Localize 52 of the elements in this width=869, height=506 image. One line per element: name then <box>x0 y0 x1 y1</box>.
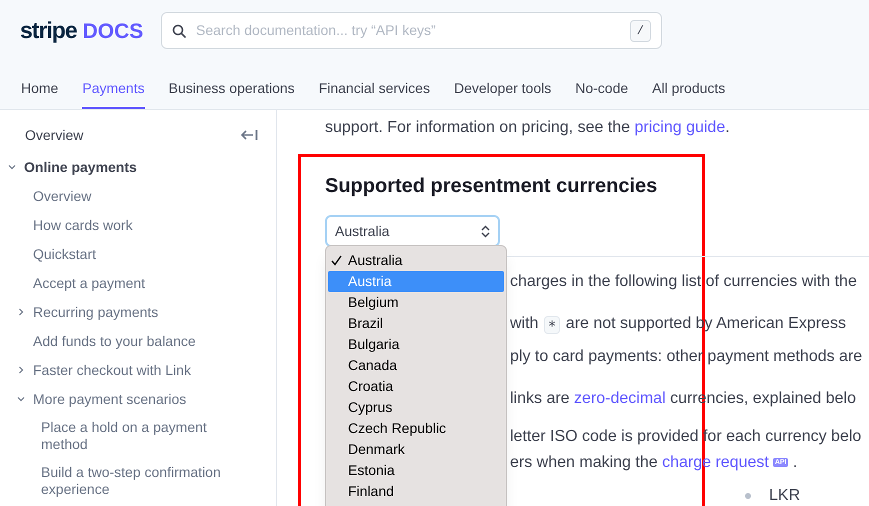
sidebar-item[interactable]: Accept a payment <box>33 274 146 292</box>
sidebar-item[interactable]: Recurring payments <box>33 303 158 321</box>
inline-code: ∗ <box>544 316 560 334</box>
up-down-icon <box>481 224 490 238</box>
search-field[interactable]: Search documentation... try “API keys” <box>196 20 620 42</box>
sidebar-item[interactable]: How cards work <box>33 216 133 234</box>
search-box[interactable]: Search documentation... try “API keys” / <box>161 12 662 50</box>
sidebar-item[interactable]: More payment scenarios <box>33 390 186 408</box>
nav-tab[interactable]: Business operations <box>168 78 295 109</box>
intro-text: support. For information on pricing, see the pricing guide. <box>325 118 731 138</box>
sidebar-item[interactable]: Build a two-step confirmation experience <box>41 464 251 498</box>
nav-tab[interactable]: Financial services <box>318 78 430 109</box>
shortcut-key: / <box>630 20 651 42</box>
sidebar-item[interactable]: Faster checkout with Link <box>33 361 191 379</box>
list-item-text: LKR <box>769 486 800 506</box>
dropdown-option[interactable]: Canada <box>328 355 504 376</box>
brand-logo[interactable]: stripe <box>20 13 77 48</box>
dropdown-option[interactable]: Cyprus <box>328 397 504 418</box>
sidebar-item[interactable]: Overview <box>33 187 92 205</box>
nav-tab[interactable]: Payments <box>82 78 145 109</box>
dropdown-option[interactable]: Bulgaria <box>328 334 504 355</box>
chevron-right-icon[interactable] <box>17 308 25 316</box>
checkmark-icon <box>331 255 342 266</box>
collapse-sidebar-icon[interactable] <box>241 129 258 141</box>
bullet-icon <box>745 493 751 499</box>
nav-tab[interactable]: All products <box>652 78 726 109</box>
paragraph-text: charges in the following list of currencies with the <box>509 272 858 292</box>
dropdown-option[interactable]: Czech Republic <box>328 418 504 439</box>
dropdown-option[interactable]: Brazil <box>328 313 504 334</box>
dropdown-option[interactable]: Australia <box>328 250 504 271</box>
product-label: DOCS <box>82 19 144 46</box>
sidebar-item[interactable]: Add funds to your balance <box>33 332 196 350</box>
nav-tab[interactable]: Home <box>21 78 58 109</box>
text-link[interactable]: pricing guide <box>634 119 726 136</box>
sidebar-item[interactable]: Place a hold on a payment method <box>41 419 251 453</box>
nav-tab[interactable]: Developer tools <box>454 78 552 109</box>
sidebar-item[interactable]: Quickstart <box>33 245 96 263</box>
dropdown-option[interactable]: Belgium <box>328 292 504 313</box>
sidebar-item[interactable]: Overview <box>25 124 84 146</box>
currency-select[interactable]: Australia <box>325 215 500 247</box>
text-link[interactable]: zero-decimal <box>574 390 666 407</box>
chevron-down-icon[interactable] <box>17 395 25 403</box>
chevron-right-icon[interactable] <box>17 366 25 374</box>
dropdown-option[interactable]: Denmark <box>328 439 504 460</box>
dropdown-option[interactable]: Estonia <box>328 460 504 481</box>
dropdown-option[interactable]: Finland <box>328 481 504 502</box>
search-icon <box>172 24 186 38</box>
chevron-down-icon[interactable] <box>8 163 16 171</box>
section-heading: Supported presentment currencies <box>325 174 658 199</box>
dropdown-option[interactable]: Croatia <box>328 376 504 397</box>
sidebar-item[interactable]: Online payments <box>24 158 137 176</box>
nav-tab[interactable]: No-code <box>575 78 628 109</box>
